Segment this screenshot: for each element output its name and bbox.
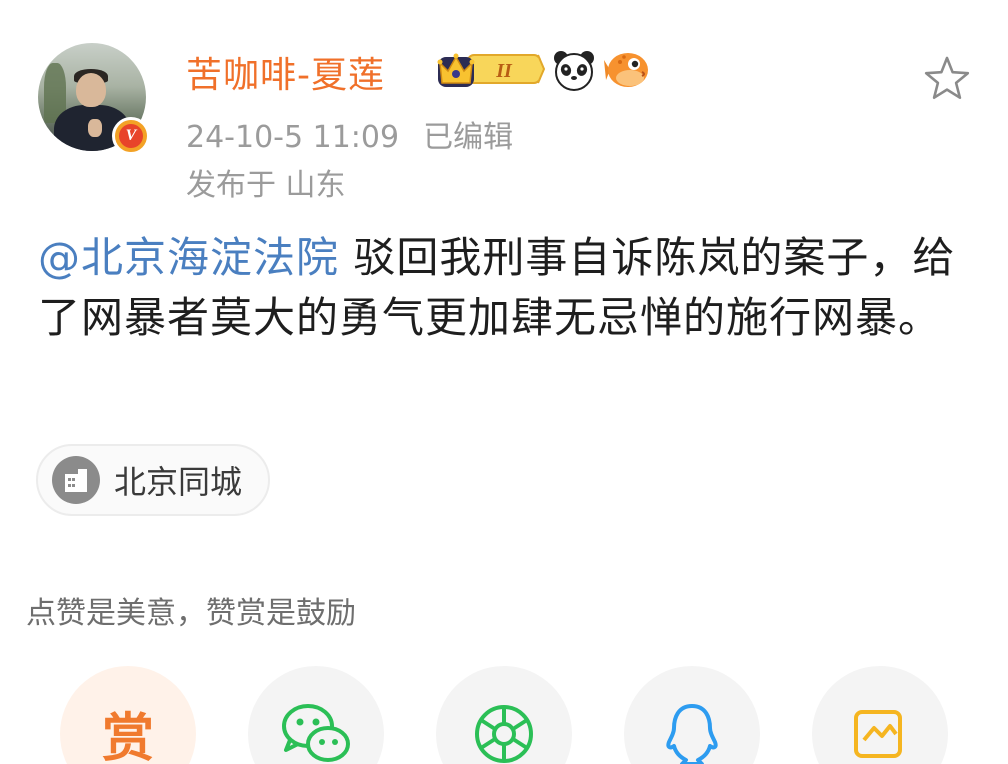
verified-badge-icon: V bbox=[112, 117, 150, 155]
author-name[interactable]: 苦咖啡-夏莲 bbox=[186, 46, 385, 98]
reward-button[interactable]: 赏 bbox=[60, 666, 196, 764]
share-qq-button[interactable] bbox=[624, 666, 760, 764]
wechat-icon bbox=[282, 704, 350, 762]
panda-emoji-icon bbox=[554, 51, 594, 91]
author-avatar-wrap[interactable]: V bbox=[38, 43, 152, 157]
post-meta: 24-10-5 11:09 已编辑 bbox=[186, 112, 513, 156]
mention-link[interactable]: @北京海淀法院 bbox=[38, 233, 339, 282]
post-timestamp: 24-10-5 11:09 bbox=[186, 120, 400, 155]
wechat-moments-icon bbox=[475, 705, 533, 763]
level-badge-text: II bbox=[495, 60, 513, 82]
edited-label[interactable]: 已编辑 bbox=[423, 120, 513, 155]
share-qzone-button[interactable] bbox=[812, 666, 948, 764]
qzone-icon bbox=[854, 710, 902, 758]
crown-level-badge-icon[interactable]: II bbox=[434, 49, 546, 89]
share-moments-button[interactable] bbox=[436, 666, 572, 764]
city-tag-label: 北京同城 bbox=[114, 463, 243, 501]
post-location: 发布于 山东 bbox=[186, 168, 346, 203]
post-body: @北京海淀法院 驳回我刑事自诉陈岚的案子，给了网暴者莫大的勇气更加肆无忌惮的施行… bbox=[38, 228, 978, 348]
reward-icon: 赏 bbox=[101, 709, 154, 764]
city-building-icon bbox=[52, 456, 100, 504]
city-tag-pill[interactable]: 北京同城 bbox=[36, 444, 271, 516]
favorite-star-icon[interactable] bbox=[920, 52, 974, 106]
share-wechat-button[interactable] bbox=[248, 666, 384, 764]
pufferfish-emoji-icon bbox=[604, 53, 648, 87]
qq-icon bbox=[666, 704, 718, 764]
reward-hint: 点赞是美意，赞赏是鼓励 bbox=[26, 596, 356, 631]
